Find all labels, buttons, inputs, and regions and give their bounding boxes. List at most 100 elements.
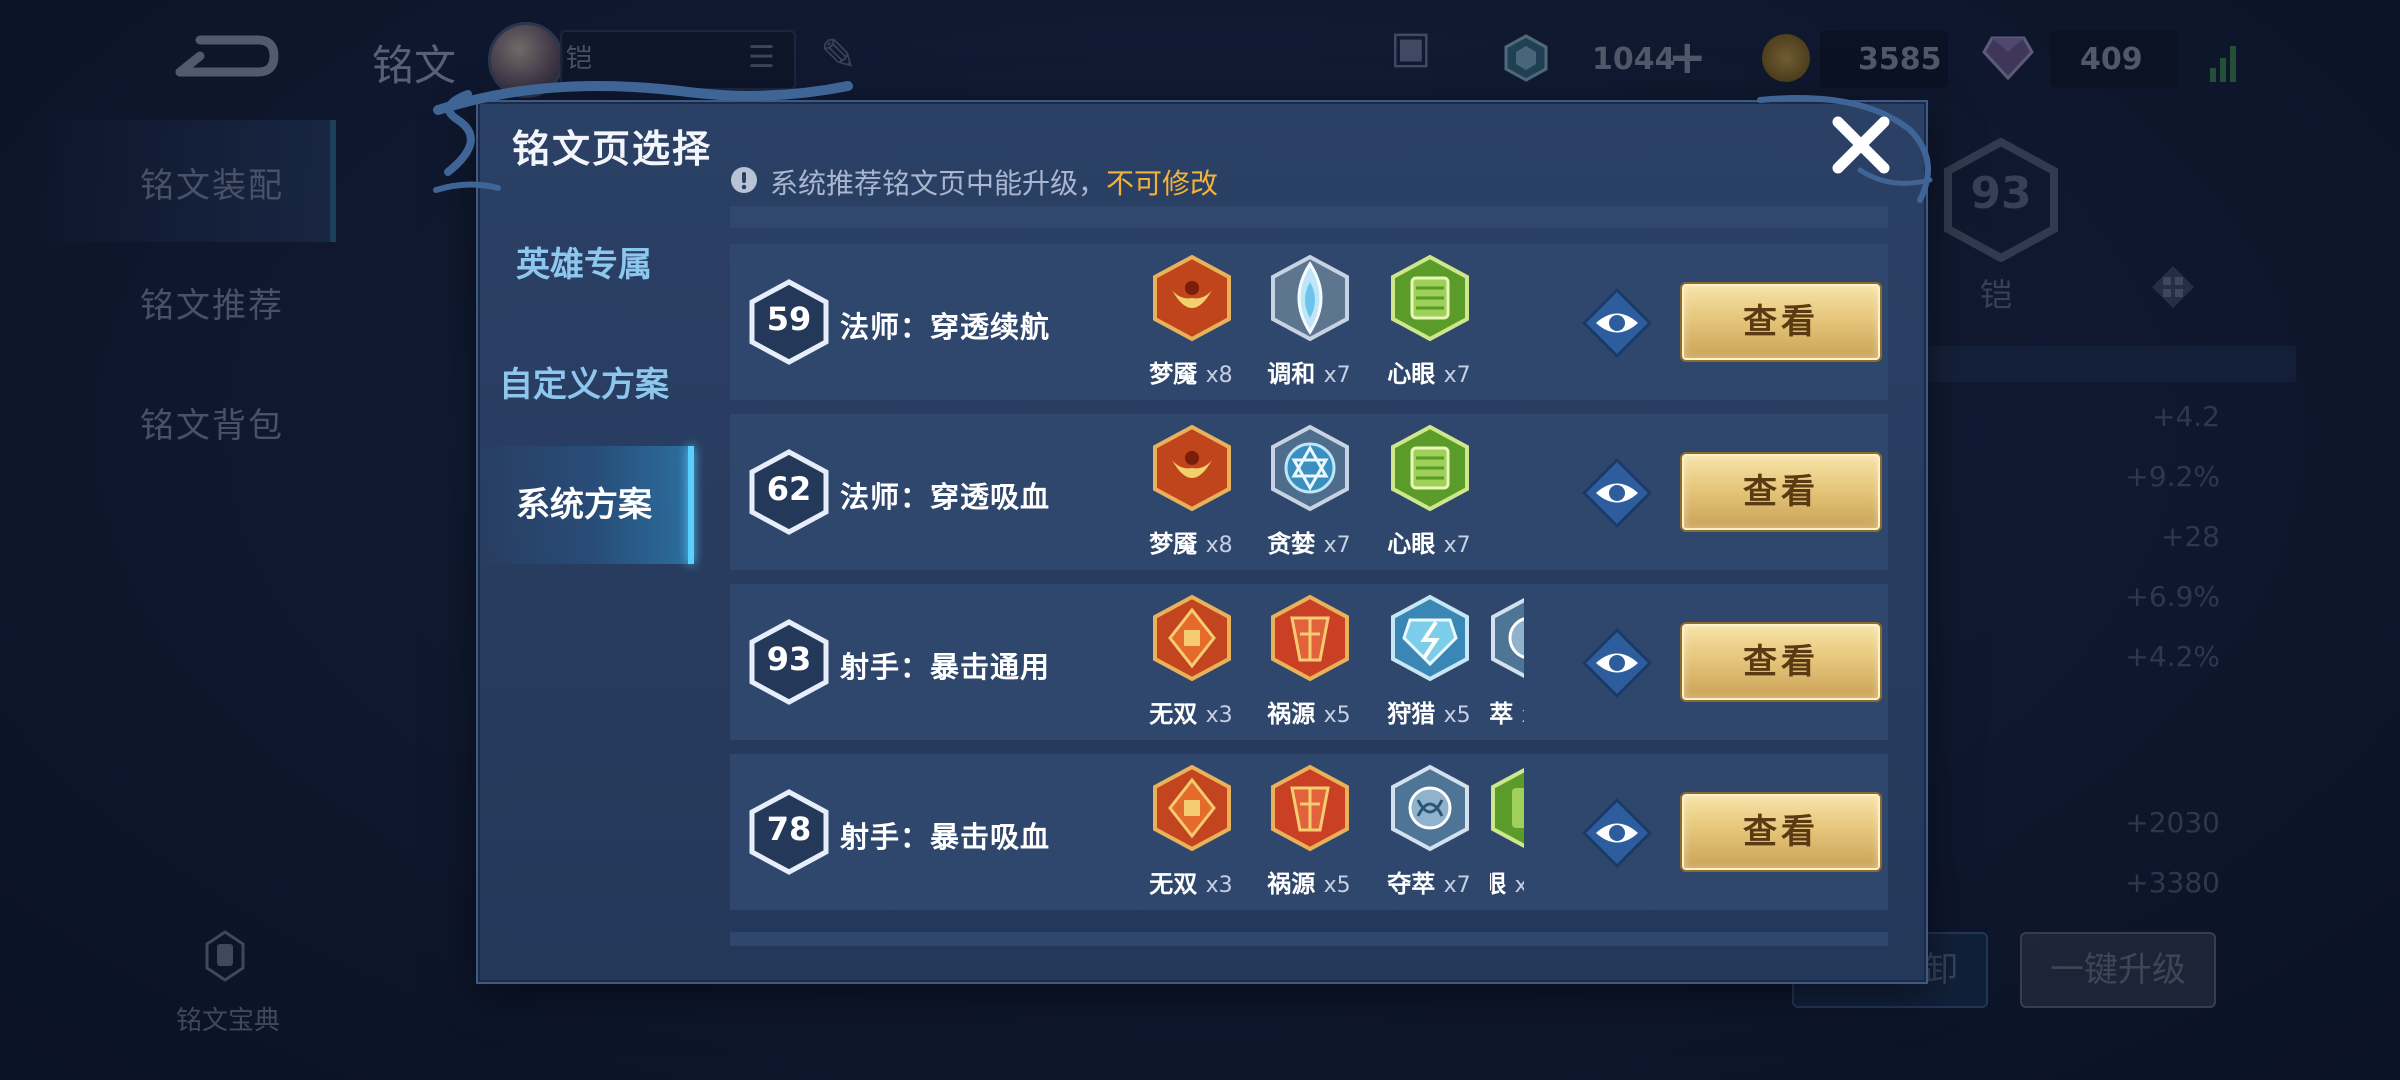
rune-label: 狩猎 x5 [1374,694,1484,729]
seize-rune-icon [1391,764,1469,852]
rune-slot[interactable]: 夺萃 x7 [1490,594,1524,734]
rune-count: x5 [1443,703,1471,728]
page-name: 法师：穿透续航 [840,310,1051,344]
rune-page-row[interactable]: 62 法师：穿透吸血 梦魇 x8 贪婪 x7 心眼 x7 查看 [730,414,1888,570]
calamity-rune-icon [1271,594,1349,682]
list-item-partial [730,206,1888,228]
page-level: 62 [766,470,812,508]
rune-label: 祸源 x5 [1254,864,1364,899]
rune-label: 无双 x3 [1136,864,1246,899]
rune-label: 心眼 x7 [1374,524,1484,559]
rune-slot[interactable]: 梦魇 x8 [1134,424,1244,564]
view-button[interactable]: 查看 [1682,284,1880,360]
rune-label: 夺萃 x7 [1374,864,1484,899]
rune-label: 祸源 x5 [1254,694,1364,729]
rune-count: x8 [1205,363,1233,388]
mind-eye-rune-icon [1391,424,1469,512]
rune-count: x7 [1443,363,1471,388]
dialog-title: 铭文页选择 [512,127,713,171]
rune-name: 鹰眼 [1490,870,1507,898]
rune-name: 心眼 [1387,530,1436,558]
rune-label: 梦魇 x8 [1136,524,1246,559]
rune-count: x7 [1443,873,1471,898]
preview-eye-icon[interactable] [1582,798,1652,868]
rune-slot[interactable]: 贪婪 x7 [1252,424,1362,564]
rune-name: 调和 [1267,360,1316,388]
rune-name: 祸源 [1267,870,1316,898]
rune-name: 无双 [1149,700,1198,728]
rune-name: 夺萃 [1387,870,1436,898]
rune-page-list[interactable]: 59 法师：穿透续航 梦魇 x8 调和 x7 心眼 x7 查看 62 法师：穿透… [730,206,1888,946]
list-item-partial [730,932,1888,946]
rune-label: 调和 x7 [1254,354,1364,389]
page-name: 射手：暴击通用 [840,650,1051,684]
tab-active-indicator [688,446,694,564]
rune-count: x7 [1443,533,1471,558]
rune-label: 贪婪 x7 [1254,524,1364,559]
seize-rune-icon [1491,597,1524,679]
rune-label: 心眼 x7 [1374,354,1484,389]
rune-label: 无双 x3 [1136,694,1246,729]
tab-hero-exclusive[interactable]: 英雄专属 [476,206,692,324]
hawk-eye-rune-icon [1491,767,1524,849]
rune-slot[interactable]: 夺萃 x7 [1372,764,1482,904]
calamity-rune-icon [1271,764,1349,852]
rune-overflow-clip: 夺萃 x7 [1490,584,1524,740]
rune-count: x7 [1522,703,1524,728]
rune-name: 狩猎 [1387,700,1436,728]
rune-name: 梦魇 [1149,530,1198,558]
rune-page-row[interactable]: 59 法师：穿透续航 梦魇 x8 调和 x7 心眼 x7 查看 [730,244,1888,400]
rune-label: 梦魇 x8 [1136,354,1246,389]
page-level: 78 [766,810,812,848]
view-button[interactable]: 查看 [1682,794,1880,870]
rune-count: x7 [1323,363,1351,388]
rune-count: x3 [1205,873,1233,898]
rune-count: x10 [1514,873,1524,898]
rune-count: x5 [1323,873,1351,898]
rune-label: 鹰眼 x10 [1490,864,1524,899]
hunting-rune-icon [1391,594,1469,682]
rune-name: 夺萃 [1490,700,1514,728]
page-level: 59 [766,300,812,338]
rune-slot[interactable]: 心眼 x7 [1372,254,1482,394]
rune-page-row[interactable]: 93 射手：暴击通用 无双 x3 祸源 x5 狩猎 x5 萃 查看 [730,584,1888,740]
rune-slot[interactable]: 无双 x3 [1134,764,1244,904]
peerless-rune-icon [1153,594,1231,682]
greed-rune-icon [1271,424,1349,512]
rune-slot[interactable]: 鹰眼 x10 [1490,764,1524,904]
peerless-rune-icon [1153,764,1231,852]
nightmare-rune-icon [1153,254,1231,342]
rune-slot[interactable]: 心眼 x7 [1372,424,1482,564]
rune-overflow-clip: 鹰眼 x10 [1490,754,1524,910]
rune-label: 夺萃 x7 [1490,694,1524,729]
rune-page-row[interactable]: 78 射手：暴击吸血 无双 x3 祸源 x5 夺萃 x7 眼 x 查看 [730,754,1888,910]
view-button[interactable]: 查看 [1682,624,1880,700]
info-icon [731,167,757,193]
rune-slot[interactable]: 梦魇 x8 [1134,254,1244,394]
rune-name: 梦魇 [1149,360,1198,388]
rune-name: 无双 [1149,870,1198,898]
page-name: 法师：穿透吸血 [840,480,1051,514]
preview-eye-icon[interactable] [1582,458,1652,528]
rune-count: x7 [1323,533,1351,558]
rune-slot[interactable]: 调和 x7 [1252,254,1362,394]
rune-name: 祸源 [1267,700,1316,728]
page-level: 93 [766,640,812,678]
rune-count: x5 [1323,703,1351,728]
rune-count: x8 [1205,533,1233,558]
rune-name: 贪婪 [1267,530,1316,558]
preview-eye-icon[interactable] [1582,288,1652,358]
rune-slot[interactable]: 祸源 x5 [1252,594,1362,734]
view-button[interactable]: 查看 [1682,454,1880,530]
tab-system-plan[interactable]: 系统方案 [476,446,692,564]
notice-message: 系统推荐铭文页中能升级， [770,167,1107,200]
rune-slot[interactable]: 祸源 x5 [1252,764,1362,904]
rune-slot[interactable]: 无双 x3 [1134,594,1244,734]
notice-warning: 不可修改 [1106,167,1219,200]
tab-custom-plan[interactable]: 自定义方案 [476,326,692,444]
close-icon[interactable] [1828,112,1894,178]
nightmare-rune-icon [1153,424,1231,512]
preview-eye-icon[interactable] [1582,628,1652,698]
rune-slot[interactable]: 狩猎 x5 [1372,594,1482,734]
harmony-rune-icon [1271,254,1349,342]
